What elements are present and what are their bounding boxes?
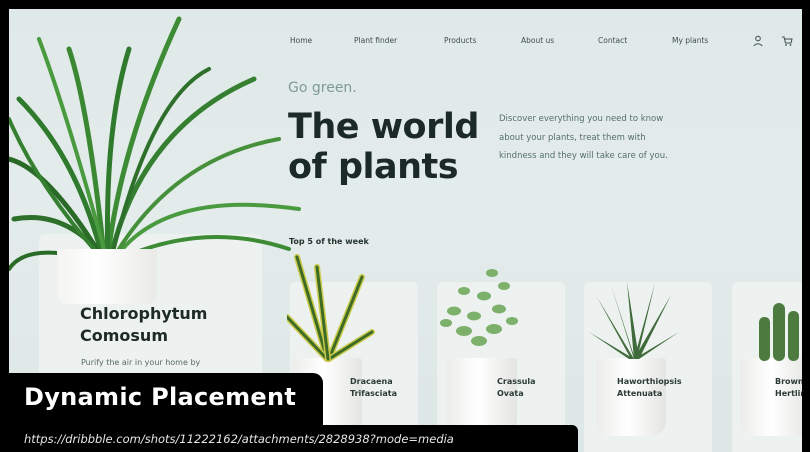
product-name: Crassula Ovata	[497, 376, 536, 400]
product-name: Haworthiopsis Attenuata	[617, 376, 682, 400]
product-name: Browni Hertling	[775, 376, 802, 400]
hero-title: The world of plants	[288, 107, 479, 187]
product-name-line-1: Haworthiopsis	[617, 377, 682, 386]
product-name-line-2: Ovata	[497, 389, 524, 398]
product-name: Dracaena Trifasciata	[350, 376, 397, 400]
product-name-line-1: Browni	[775, 377, 802, 386]
cart-icon[interactable]	[780, 33, 794, 47]
hero-title-line-1: The world	[288, 107, 479, 147]
nav-about-us[interactable]: About us	[521, 36, 554, 45]
user-icon[interactable]	[751, 33, 765, 47]
product-name-line-1: Crassula	[497, 377, 536, 386]
source-url: https://dribbble.com/shots/11222162/atta…	[24, 432, 454, 446]
featured-plant-name: Chlorophytum Comosum	[80, 303, 207, 347]
section-title: Top 5 of the week	[289, 237, 369, 246]
haworthiopsis-plant-image	[589, 282, 679, 359]
hero-title-line-2: of plants	[288, 147, 459, 187]
product-name-line-2: Hertling	[775, 389, 802, 398]
caption-title: Dynamic Placement	[24, 383, 297, 411]
cactus-plant-image	[759, 303, 799, 361]
featured-name-line-1: Chlorophytum	[80, 304, 208, 323]
product-name-line-2: Attenuata	[617, 389, 663, 398]
dracaena-plant-image	[287, 254, 375, 362]
hero-description: Discover everything you need to know abo…	[499, 114, 668, 161]
nav-my-plants[interactable]: My plants	[672, 36, 708, 45]
spider-plant-image	[9, 16, 301, 271]
product-name-line-1: Dracaena	[350, 377, 393, 386]
nav-contact[interactable]: Contact	[598, 36, 627, 45]
product-name-line-2: Trifasciata	[350, 389, 398, 398]
featured-plant-description: Purify the air in your home by	[81, 358, 201, 367]
crassula-plant-image	[440, 269, 518, 346]
featured-plant-pot	[57, 249, 157, 304]
nav-products[interactable]: Products	[444, 36, 476, 45]
featured-name-line-2: Comosum	[80, 326, 168, 345]
nav-plant-finder[interactable]: Plant finder	[354, 36, 397, 45]
